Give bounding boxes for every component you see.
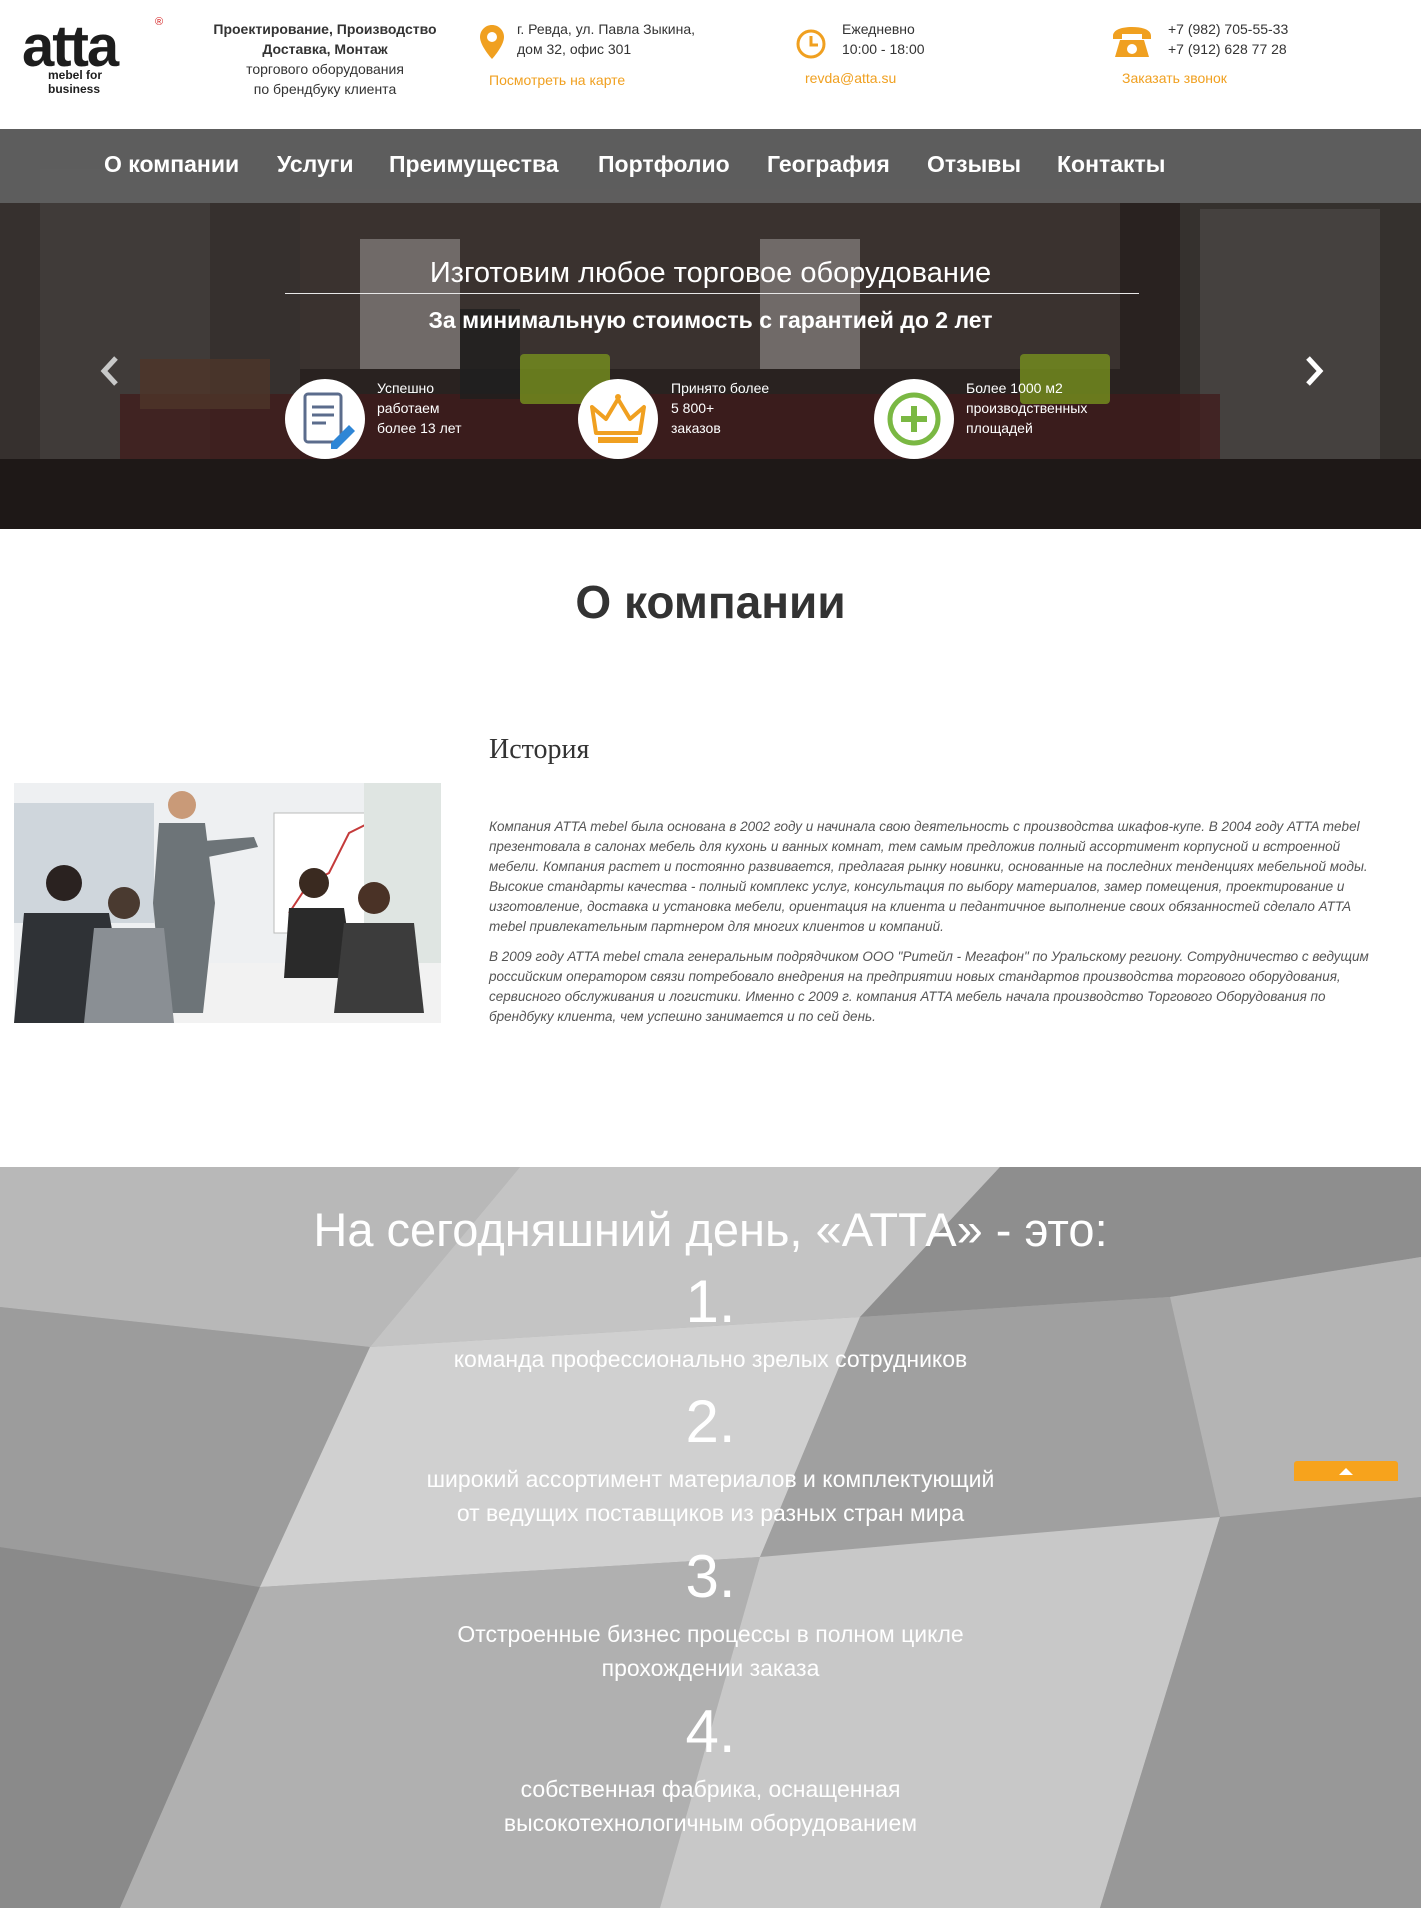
chevron-up-icon: [1339, 1468, 1353, 1475]
item-line: собственная фабрика, оснащенная: [520, 1776, 901, 1802]
item-number: 1.: [685, 1268, 736, 1335]
clock-icon: [796, 29, 826, 59]
email-link[interactable]: revda@atta.su: [805, 70, 896, 86]
feature-line: более 13 лет: [377, 420, 462, 436]
feature-text: Принято более 5 800+ заказов: [671, 378, 769, 438]
feature-circle: [874, 379, 954, 459]
item-number: 3.: [685, 1543, 736, 1610]
item-line: Отстроенные бизнес процессы в полном цик…: [457, 1621, 964, 1647]
history-heading: История: [489, 734, 590, 765]
slider-prev-arrow-icon[interactable]: [98, 355, 122, 387]
slider-next-arrow-icon[interactable]: [1302, 355, 1326, 387]
item-line: высокотехнологичным оборудованием: [503, 1810, 918, 1836]
history-paragraph: Компания ATTA mebel была основана в 2002…: [489, 819, 1368, 934]
phone-number[interactable]: +7 (912) 628 77 28: [1168, 39, 1288, 59]
meeting-illustration: [14, 783, 441, 1023]
hero-title: Изготовим любое торговое оборудование: [429, 257, 992, 289]
history-paragraph: В 2009 году ATTA mebel стала генеральным…: [489, 949, 1369, 1024]
feature-line: Принято более: [671, 380, 770, 396]
main-nav: О компании Услуги Преимущества Портфолио…: [0, 129, 1421, 203]
address-line: г. Ревда, ул. Павла Зыкина,: [517, 21, 696, 37]
feature-line: площадей: [966, 420, 1033, 436]
item-text: собственная фабрика, оснащенная высокоте…: [0, 1772, 1421, 1840]
phone-number[interactable]: +7 (982) 705-55-33: [1168, 19, 1288, 39]
address-line: дом 32, офис 301: [517, 41, 632, 57]
logo[interactable]: atta ® mebel for business: [22, 16, 163, 96]
company-description: Проектирование, Производство Доставка, М…: [205, 19, 445, 99]
feature-line: работаем: [377, 400, 440, 416]
feature-line: производственных: [966, 400, 1088, 416]
location-pin-icon: [480, 25, 504, 59]
today-section: На сегодняшний день, «АТТА» - это: 1. ко…: [0, 1167, 1421, 1908]
phone-block: +7 (982) 705-55-33 +7 (912) 628 77 28: [1168, 19, 1288, 59]
today-title: На сегодняшний день, «АТТА» - это:: [313, 1203, 1108, 1256]
feature-line: Успешно: [377, 380, 435, 396]
feature-text: Более 1000 м2 производственных площадей: [966, 378, 1087, 438]
item-number: 4.: [685, 1698, 736, 1765]
site-header: atta ® mebel for business Проектирование…: [0, 0, 1421, 129]
hours-time: 10:00 - 18:00: [842, 41, 925, 57]
nav-item-advantages[interactable]: Преимущества: [389, 151, 559, 178]
hours-block: Ежедневно 10:00 - 18:00: [842, 19, 925, 59]
nav-item-reviews[interactable]: Отзывы: [927, 151, 1021, 178]
document-pencil-icon: [303, 392, 355, 449]
hero-divider: [285, 293, 1139, 294]
logo-tagline: mebel for business: [48, 68, 103, 96]
feature-circle: [285, 379, 365, 459]
history-text: Компания ATTA mebel была основана в 2002…: [489, 817, 1389, 1037]
item-text: команда профессионально зрелых сотрудник…: [0, 1342, 1421, 1376]
item-number: 2.: [685, 1388, 736, 1455]
phone-icon: [1113, 27, 1151, 57]
logo-registered-mark: ®: [155, 16, 164, 28]
nav-item-contacts[interactable]: Контакты: [1057, 151, 1165, 178]
feature-line: заказов: [671, 420, 721, 436]
scroll-to-top-button[interactable]: [1294, 1461, 1398, 1481]
hero-subtitle: За минимальную стоимость с гарантией до …: [428, 307, 993, 333]
description-line: по брендбуку клиента: [253, 81, 397, 97]
item-text: Отстроенные бизнес процессы в полном цик…: [0, 1617, 1421, 1685]
map-link[interactable]: Посмотреть на карте: [489, 70, 625, 90]
address-block: г. Ревда, ул. Павла Зыкина, дом 32, офис…: [517, 19, 695, 59]
nav-item-services[interactable]: Услуги: [277, 151, 353, 178]
nav-item-about[interactable]: О компании: [104, 151, 239, 178]
item-line: широкий ассортимент материалов и комплек…: [426, 1466, 995, 1492]
feature-text: Успешно работаем более 13 лет: [377, 378, 462, 438]
hours-days: Ежедневно: [842, 21, 915, 37]
feature-circle: [578, 379, 658, 459]
description-line: торгового оборудования: [246, 61, 404, 77]
nav-item-geography[interactable]: География: [767, 151, 890, 178]
callback-link[interactable]: Заказать звонок: [1122, 70, 1227, 86]
nav-item-portfolio[interactable]: Портфолио: [598, 151, 730, 178]
feature-line: Более 1000 м2: [966, 380, 1063, 396]
item-line: команда профессионально зрелых сотрудник…: [453, 1346, 968, 1372]
business-meeting-photo: [14, 783, 441, 1023]
item-line: прохождении заказа: [601, 1655, 820, 1681]
feature-line: 5 800+: [671, 400, 715, 416]
description-bold: Проектирование, Производство Доставка, М…: [213, 21, 437, 57]
plus-circle-icon: [887, 392, 941, 446]
section-title-about: О компании: [575, 576, 846, 628]
item-text: широкий ассортимент материалов и комплек…: [0, 1462, 1421, 1530]
crown-icon: [590, 394, 646, 443]
item-line: от ведущих поставщиков из разных стран м…: [456, 1500, 965, 1526]
